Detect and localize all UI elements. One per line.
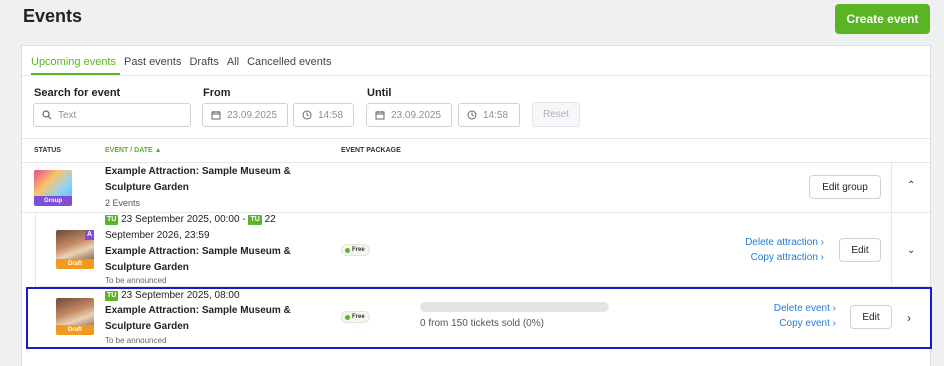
attraction-corner-badge: A <box>85 230 94 240</box>
calendar-icon <box>211 111 221 120</box>
group-badge: Group <box>34 196 72 206</box>
attraction-date-range: TU 23 September 2025, 00:00 - TU 22 <box>105 212 305 228</box>
search-label: Search for event <box>34 87 121 99</box>
day-tag: TU <box>105 215 119 225</box>
indent-line <box>35 213 36 286</box>
attraction-venue: To be announced <box>105 276 167 285</box>
edit-group-button[interactable]: Edit group <box>809 175 881 199</box>
group-name-line2[interactable]: Sculpture Garden <box>105 180 189 196</box>
from-label: From <box>203 87 231 99</box>
attraction-date-line2: September 2026, 23:59 <box>105 230 210 241</box>
until-date-field[interactable]: 23.09.2025 <box>366 103 452 127</box>
column-package[interactable]: EVENT PACKAGE <box>341 147 401 154</box>
row-divider <box>22 162 930 163</box>
search-placeholder: Text <box>58 109 77 121</box>
from-date-field[interactable]: 23.09.2025 <box>202 103 288 127</box>
from-time-field[interactable]: 14:58 <box>293 103 354 127</box>
from-date-value: 23.09.2025 <box>227 109 278 121</box>
attraction-name-line1[interactable]: Example Attraction: Sample Museum & <box>105 244 291 260</box>
clock-icon <box>302 110 312 120</box>
group-event-count: 2 Events <box>105 198 141 208</box>
up-chevron-icon[interactable]: ⌃ <box>907 180 915 191</box>
package-label: Free <box>352 247 365 253</box>
search-input[interactable]: Text <box>33 103 191 127</box>
day-tag: TU <box>248 215 262 225</box>
tab-drafts[interactable]: Drafts <box>189 56 222 75</box>
column-status[interactable]: STATUS <box>34 147 61 154</box>
from-time-value: 14:58 <box>318 109 344 121</box>
column-event-date[interactable]: EVENT / DATE ▲ <box>105 147 162 154</box>
clock-icon <box>467 110 477 120</box>
tab-past-events[interactable]: Past events <box>124 56 185 75</box>
tab-cancelled-events[interactable]: Cancelled events <box>247 56 335 75</box>
create-event-button[interactable]: Create event <box>835 4 930 34</box>
search-icon <box>42 110 52 120</box>
free-dot-icon <box>345 247 350 253</box>
down-chevron-icon[interactable]: ⌄ <box>907 245 915 256</box>
event-tabs: Upcoming events Past events Drafts All C… <box>31 56 339 75</box>
tab-upcoming-events[interactable]: Upcoming events <box>31 56 120 75</box>
reset-button[interactable]: Reset <box>532 102 580 127</box>
selection-highlight <box>26 287 932 349</box>
delete-attraction-link[interactable]: Delete attraction › <box>745 237 824 248</box>
column-event-date-label: EVENT / DATE <box>105 147 153 154</box>
header-divider <box>22 138 930 139</box>
edit-attraction-button[interactable]: Edit <box>839 238 881 262</box>
copy-attraction-label: Copy attraction <box>750 252 818 263</box>
until-time-value: 14:58 <box>483 109 509 121</box>
page-title: Events <box>23 6 83 26</box>
tab-all[interactable]: All <box>227 56 243 75</box>
events-page: Events Create event Upcoming events Past… <box>0 0 944 366</box>
attraction-date-end: 22 <box>264 214 276 225</box>
attraction-date-start: 23 September 2025, 00:00 - <box>121 214 246 225</box>
until-label: Until <box>367 87 392 99</box>
attraction-name-line2[interactable]: Sculpture Garden <box>105 260 189 276</box>
group-name-line1[interactable]: Example Attraction: Sample Museum & <box>105 164 291 180</box>
package-badge: Free <box>341 244 370 256</box>
calendar-icon <box>375 111 385 120</box>
column-divider <box>891 163 892 212</box>
until-date-value: 23.09.2025 <box>391 109 442 121</box>
draft-badge: Draft <box>56 259 94 269</box>
until-time-field[interactable]: 14:58 <box>458 103 520 127</box>
delete-attraction-label: Delete attraction <box>745 237 818 248</box>
tabs-divider <box>22 75 930 76</box>
sort-ascending-icon: ▲ <box>154 147 162 154</box>
column-divider <box>891 213 892 286</box>
copy-attraction-link[interactable]: Copy attraction › <box>751 252 824 263</box>
